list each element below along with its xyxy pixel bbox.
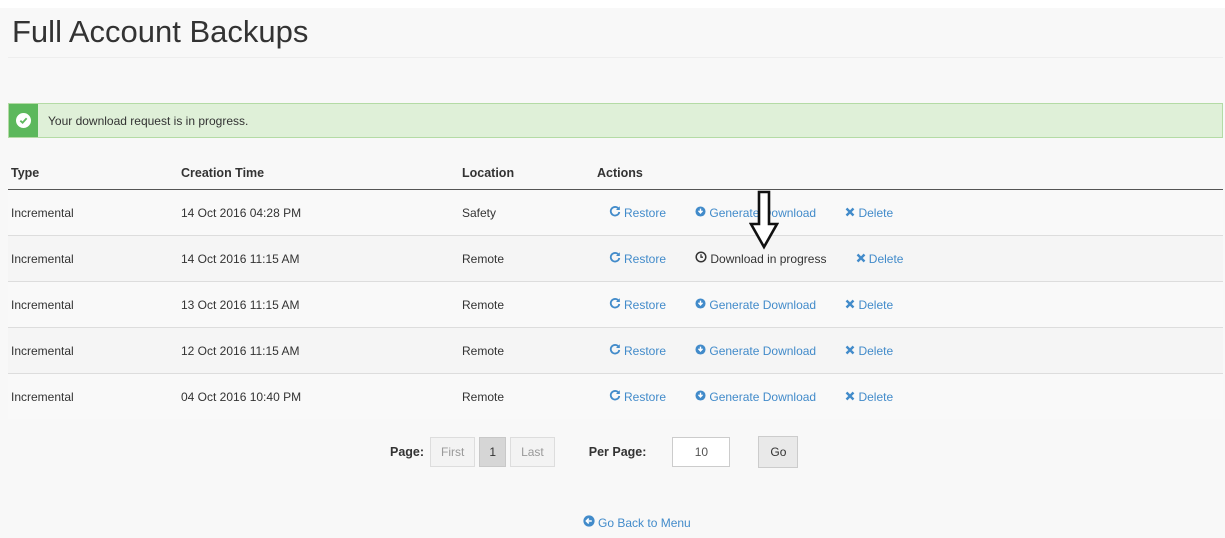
close-icon bbox=[845, 390, 855, 404]
download-circle-icon bbox=[695, 344, 706, 358]
page: Full Account Backups Your download reque… bbox=[0, 0, 1225, 538]
delete-label: Delete bbox=[858, 206, 894, 220]
success-alert: Your download request is in progress. bbox=[8, 103, 1223, 138]
first-page-button[interactable]: First bbox=[430, 437, 476, 467]
download-circle-icon bbox=[695, 206, 706, 220]
cell-location: Remote bbox=[462, 327, 597, 374]
download-progress-label: Download in progress bbox=[710, 251, 827, 266]
cell-location: Remote bbox=[462, 373, 597, 419]
cell-actions: Restore Generate Download Delete bbox=[597, 373, 1223, 419]
close-icon bbox=[845, 206, 855, 220]
arrow-left-circle-icon bbox=[583, 515, 595, 530]
annotation-arrow-down-icon bbox=[749, 190, 779, 250]
cell-actions: Restore Generate Download Delete bbox=[597, 327, 1223, 374]
delete-label: Delete bbox=[858, 344, 894, 358]
close-icon bbox=[845, 298, 855, 312]
restore-label: Restore bbox=[624, 251, 667, 266]
refresh-icon bbox=[609, 343, 621, 358]
delete-link[interactable]: Delete bbox=[845, 206, 893, 220]
table-header-row: Type Creation Time Location Actions bbox=[8, 156, 1223, 190]
close-icon bbox=[856, 252, 866, 266]
restore-label: Restore bbox=[624, 205, 667, 220]
table-row: Incremental 04 Oct 2016 10:40 PM Remote … bbox=[8, 373, 1223, 419]
delete-link[interactable]: Delete bbox=[856, 252, 904, 266]
page-label: Page: bbox=[390, 445, 425, 459]
refresh-icon bbox=[609, 205, 621, 220]
refresh-icon bbox=[609, 251, 621, 266]
delete-label: Delete bbox=[868, 252, 904, 266]
delete-label: Delete bbox=[858, 390, 894, 404]
alert-message: Your download request is in progress. bbox=[48, 113, 249, 128]
header-actions: Actions bbox=[597, 156, 1223, 190]
restore-label: Restore bbox=[624, 343, 667, 358]
backups-table: Type Creation Time Location Actions Incr… bbox=[8, 156, 1223, 419]
cell-creation-time: 13 Oct 2016 11:15 AM bbox=[181, 281, 462, 328]
restore-link[interactable]: Restore bbox=[609, 343, 666, 358]
restore-link[interactable]: Restore bbox=[609, 389, 666, 404]
generate-download-label: Generate Download bbox=[709, 344, 817, 358]
cell-location: Remote bbox=[462, 281, 597, 328]
generate-download-link[interactable]: Generate Download bbox=[695, 390, 816, 404]
generate-download-link[interactable]: Generate Download bbox=[695, 298, 816, 312]
cell-creation-time: 12 Oct 2016 11:15 AM bbox=[181, 327, 462, 374]
generate-download-label: Generate Download bbox=[709, 298, 817, 312]
go-back-to-menu-link[interactable]: Go Back to Menu bbox=[583, 515, 691, 530]
current-page-button[interactable]: 1 bbox=[479, 437, 507, 467]
restore-label: Restore bbox=[624, 297, 667, 312]
refresh-icon bbox=[609, 389, 621, 404]
refresh-icon bbox=[609, 297, 621, 312]
header-location[interactable]: Location bbox=[462, 156, 597, 190]
cell-creation-time: 14 Oct 2016 11:15 AM bbox=[181, 235, 462, 282]
generate-download-label: Generate Download bbox=[709, 390, 817, 404]
header-creation-time[interactable]: Creation Time bbox=[181, 156, 462, 190]
download-in-progress-status: Download in progress bbox=[695, 251, 826, 266]
check-circle-icon bbox=[16, 113, 31, 128]
delete-link[interactable]: Delete bbox=[845, 344, 893, 358]
cell-type: Incremental bbox=[8, 373, 181, 419]
cell-location: Remote bbox=[462, 235, 597, 282]
per-page-label: Per Page: bbox=[588, 445, 647, 459]
clock-icon bbox=[695, 251, 707, 266]
cell-actions: Restore Download in progress Delete bbox=[597, 235, 1223, 282]
top-strip bbox=[0, 0, 1225, 8]
delete-link[interactable]: Delete bbox=[845, 390, 893, 404]
delete-link[interactable]: Delete bbox=[845, 298, 893, 312]
alert-icon-box bbox=[9, 104, 38, 137]
cell-type: Incremental bbox=[8, 327, 181, 374]
download-circle-icon bbox=[695, 298, 706, 312]
per-page-input[interactable] bbox=[672, 437, 731, 467]
table-row: Incremental 14 Oct 2016 11:15 AM Remote … bbox=[8, 235, 1223, 282]
cell-type: Incremental bbox=[8, 189, 181, 236]
restore-label: Restore bbox=[624, 389, 667, 404]
header-type[interactable]: Type bbox=[8, 156, 181, 190]
back-link-label: Go Back to Menu bbox=[598, 515, 691, 530]
delete-label: Delete bbox=[858, 298, 894, 312]
cell-actions: Restore Generate Download Delete bbox=[597, 189, 1223, 236]
table-row: Incremental 13 Oct 2016 11:15 AM Remote … bbox=[8, 281, 1223, 328]
go-button[interactable]: Go bbox=[758, 436, 799, 468]
cell-type: Incremental bbox=[8, 235, 181, 282]
pagination: Page: First 1 Last Per Page: Go bbox=[390, 436, 799, 468]
page-title: Full Account Backups bbox=[12, 14, 309, 49]
table-row: Incremental 12 Oct 2016 11:15 AM Remote … bbox=[8, 327, 1223, 374]
restore-link[interactable]: Restore bbox=[609, 297, 666, 312]
restore-link[interactable]: Restore bbox=[609, 205, 666, 220]
table-row: Incremental 14 Oct 2016 04:28 PM Safety … bbox=[8, 189, 1223, 236]
generate-download-link[interactable]: Generate Download bbox=[695, 344, 816, 358]
download-circle-icon bbox=[695, 390, 706, 404]
restore-link[interactable]: Restore bbox=[609, 251, 666, 266]
cell-type: Incremental bbox=[8, 281, 181, 328]
last-page-button[interactable]: Last bbox=[510, 437, 555, 467]
cell-creation-time: 04 Oct 2016 10:40 PM bbox=[181, 373, 462, 419]
title-divider bbox=[8, 57, 1223, 58]
close-icon bbox=[845, 344, 855, 358]
cell-actions: Restore Generate Download Delete bbox=[597, 281, 1223, 328]
cell-creation-time: 14 Oct 2016 04:28 PM bbox=[181, 189, 462, 236]
cell-location: Safety bbox=[462, 189, 597, 236]
